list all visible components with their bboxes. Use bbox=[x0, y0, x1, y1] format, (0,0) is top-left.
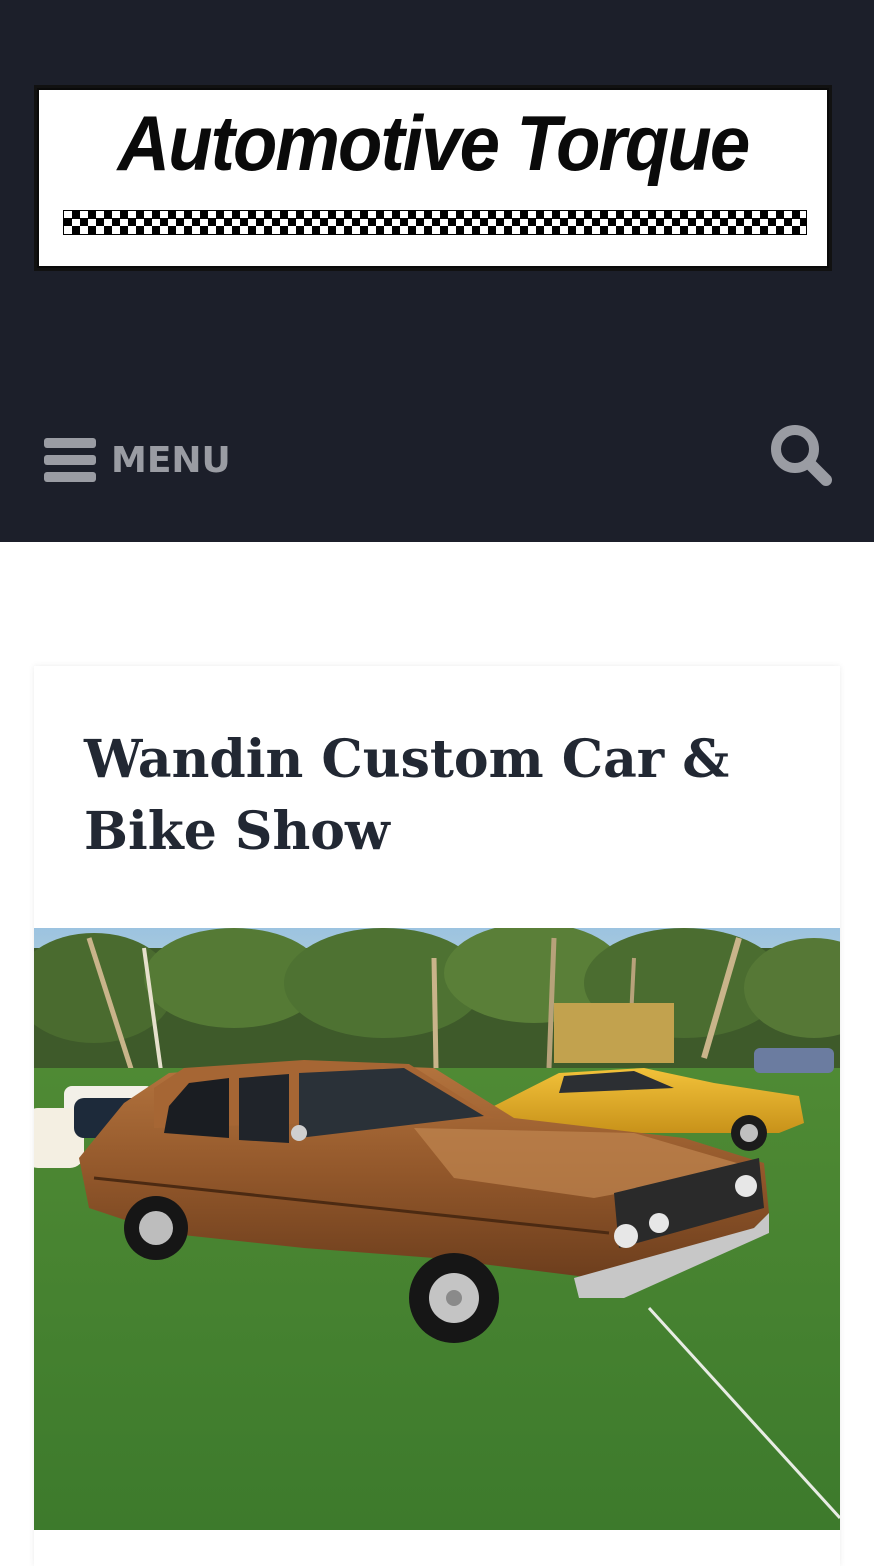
menu-button[interactable]: MENU bbox=[44, 430, 231, 490]
car-photo bbox=[34, 928, 840, 1530]
main-content: Wandin Custom Car & Bike Show bbox=[0, 542, 874, 1566]
search-icon bbox=[771, 425, 832, 486]
menu-label: MENU bbox=[111, 439, 231, 481]
checkered-flag-strip bbox=[63, 226, 807, 235]
post-card: Wandin Custom Car & Bike Show bbox=[34, 666, 840, 1566]
site-header: Automotive Torque MENU bbox=[0, 0, 874, 542]
post-title[interactable]: Wandin Custom Car & Bike Show bbox=[84, 724, 764, 868]
checkered-flag-strip bbox=[63, 218, 807, 226]
hamburger-icon bbox=[44, 438, 96, 482]
logo-text: Automotive Torque bbox=[117, 99, 750, 187]
post-featured-image[interactable] bbox=[34, 928, 840, 1530]
search-button[interactable] bbox=[768, 422, 834, 488]
site-logo[interactable]: Automotive Torque bbox=[34, 85, 832, 271]
